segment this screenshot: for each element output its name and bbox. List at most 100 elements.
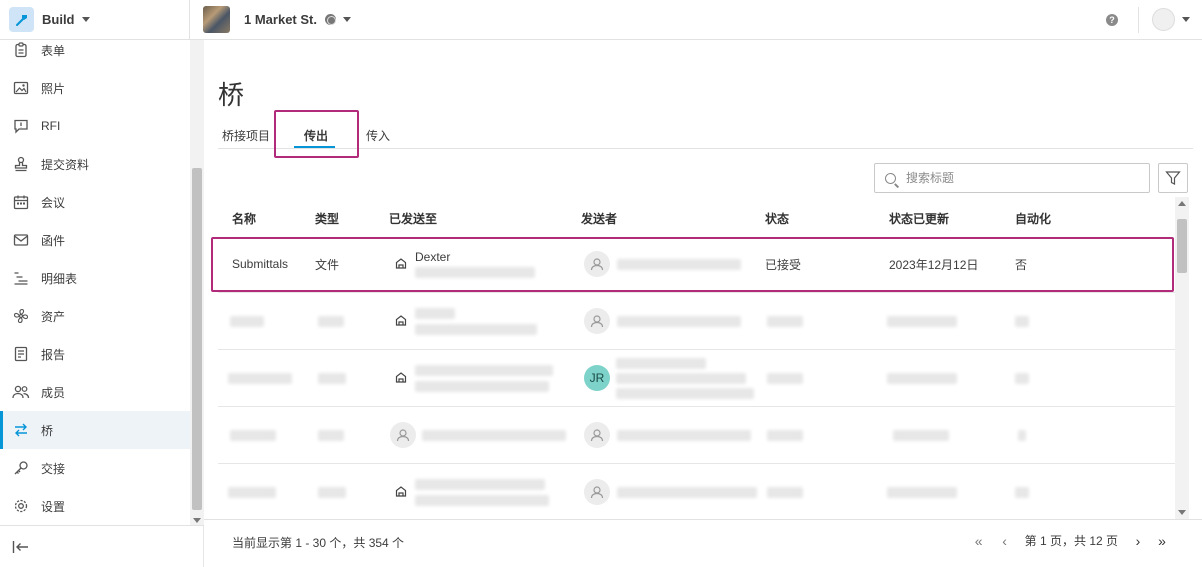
- redacted-text: [617, 486, 757, 498]
- redacted-text: [767, 429, 803, 441]
- table-row[interactable]: [218, 407, 1176, 464]
- scroll-up-icon[interactable]: [1178, 201, 1186, 206]
- column-header-sender[interactable]: 发送者: [581, 210, 617, 227]
- redacted-text: [616, 372, 746, 384]
- project-house-icon: [395, 485, 407, 500]
- column-header-status[interactable]: 状态: [765, 210, 789, 227]
- calendar-icon: [12, 193, 30, 211]
- pagination: « ‹ 第 1 页，共 12 页 › »: [969, 532, 1172, 549]
- redacted-text: [887, 486, 957, 498]
- chevron-down-icon: [342, 17, 351, 22]
- stamp-icon: [12, 155, 30, 173]
- user-placeholder-icon: [584, 308, 610, 334]
- sidebar-item-settings[interactable]: 设置: [0, 487, 190, 525]
- tab-bar: 桥接项目 传出 传入: [218, 120, 1193, 149]
- search-input[interactable]: [906, 171, 1126, 185]
- sidebar-item-members[interactable]: 成员: [0, 373, 190, 411]
- help-icon[interactable]: ?: [1106, 13, 1118, 26]
- sidebar-item-rfi[interactable]: RFI: [0, 107, 190, 145]
- redacted-text: [616, 357, 706, 369]
- first-page-icon[interactable]: «: [969, 533, 989, 549]
- redacted-text: [887, 372, 957, 384]
- project-switcher[interactable]: 1 Market St.: [203, 6, 351, 33]
- scroll-down-icon[interactable]: [193, 518, 201, 523]
- redacted-text: [616, 387, 754, 399]
- sidebar-item-label: 交接: [41, 461, 66, 476]
- sidebar-item-label: RFI: [41, 119, 61, 133]
- redacted-text: [415, 323, 537, 335]
- project-name: 1 Market St.: [244, 12, 317, 27]
- members-icon: [12, 383, 30, 401]
- sidebar-item-correspondence[interactable]: 函件: [0, 221, 190, 259]
- collapse-sidebar-button[interactable]: [0, 525, 204, 567]
- app-switcher[interactable]: Build: [0, 0, 190, 40]
- filter-icon: [1165, 171, 1181, 185]
- sidebar-item-label: 照片: [41, 81, 66, 96]
- sidebar-item-reports[interactable]: 报告: [0, 335, 190, 373]
- redacted-text: [318, 315, 344, 327]
- scrollbar-thumb[interactable]: [1177, 219, 1187, 273]
- table-row[interactable]: [218, 464, 1176, 518]
- table-row[interactable]: JR: [218, 350, 1176, 407]
- filter-button[interactable]: [1158, 163, 1188, 193]
- last-page-icon[interactable]: »: [1152, 533, 1172, 549]
- redacted-text: [230, 315, 264, 327]
- redacted-text: [887, 315, 957, 327]
- user-placeholder-icon: [584, 479, 610, 505]
- user-placeholder-icon: [390, 422, 416, 448]
- redacted-text: [767, 486, 803, 498]
- sidebar-item-submittals[interactable]: 提交资料: [0, 145, 190, 183]
- sidebar-item-bridge[interactable]: 桥: [0, 411, 190, 449]
- tab-bridged-projects[interactable]: 桥接项目: [222, 127, 270, 144]
- sidebar-item-label: 表单: [41, 43, 66, 58]
- previous-page-icon[interactable]: ‹: [995, 533, 1015, 549]
- redacted-text: [415, 494, 549, 506]
- top-bar: Build 1 Market St. ?: [0, 0, 1202, 40]
- redacted-text: [767, 315, 803, 327]
- sidebar-item-handover[interactable]: 交接: [0, 449, 190, 487]
- redacted-text: [617, 315, 741, 327]
- sidebar-item-assets[interactable]: 资产: [0, 297, 190, 335]
- redacted-text: [617, 429, 751, 441]
- next-page-icon[interactable]: ›: [1128, 533, 1148, 549]
- chevron-down-icon: [81, 17, 90, 22]
- redacted-text: [318, 372, 346, 384]
- tab-incoming[interactable]: 传入: [366, 127, 390, 144]
- scroll-down-icon[interactable]: [1178, 510, 1186, 515]
- user-avatar[interactable]: [1152, 8, 1175, 31]
- project-house-icon: [395, 314, 407, 329]
- app-name: Build: [42, 12, 75, 27]
- search-box[interactable]: [874, 163, 1150, 193]
- sidebar-item-label: 成员: [41, 385, 66, 400]
- redacted-text: [767, 372, 803, 384]
- column-header-automation[interactable]: 自动化: [1015, 210, 1051, 227]
- sidebar-scrollbar[interactable]: [190, 40, 204, 525]
- chevron-down-icon[interactable]: [1182, 17, 1190, 22]
- schedule-list-icon: [12, 269, 30, 287]
- user-placeholder-icon: [584, 422, 610, 448]
- bridge-arrows-icon: [12, 421, 30, 439]
- highlight-box-row: [211, 237, 1174, 292]
- table-row[interactable]: [218, 293, 1176, 350]
- divider: [1138, 6, 1139, 33]
- sidebar-item-meetings[interactable]: 会议: [0, 183, 190, 221]
- highlight-box-tab: [274, 110, 359, 158]
- redacted-text: [318, 429, 344, 441]
- sidebar-item-photos[interactable]: 照片: [0, 69, 190, 107]
- column-header-type[interactable]: 类型: [315, 210, 339, 227]
- column-header-status-updated[interactable]: 状态已更新: [889, 210, 949, 227]
- column-header-sent-to[interactable]: 已发送至: [389, 210, 437, 227]
- page-info: 第 1 页，共 12 页: [1024, 534, 1118, 548]
- table-scrollbar[interactable]: [1175, 197, 1189, 519]
- sidebar-item-schedules[interactable]: 明细表: [0, 259, 190, 297]
- sidebar-item-label: 提交资料: [41, 157, 90, 172]
- rfi-chat-icon: [12, 117, 30, 135]
- column-header-name[interactable]: 名称: [232, 210, 256, 227]
- redacted-text: [415, 307, 455, 319]
- redacted-text: [415, 478, 545, 490]
- redacted-text: [1015, 372, 1029, 384]
- table-footer: 当前显示第 1 - 30 个，共 354 个 « ‹ 第 1 页，共 12 页 …: [204, 519, 1202, 567]
- scrollbar-thumb[interactable]: [192, 168, 202, 510]
- sidebar-item-label: 报告: [41, 347, 66, 362]
- report-icon: [12, 345, 30, 363]
